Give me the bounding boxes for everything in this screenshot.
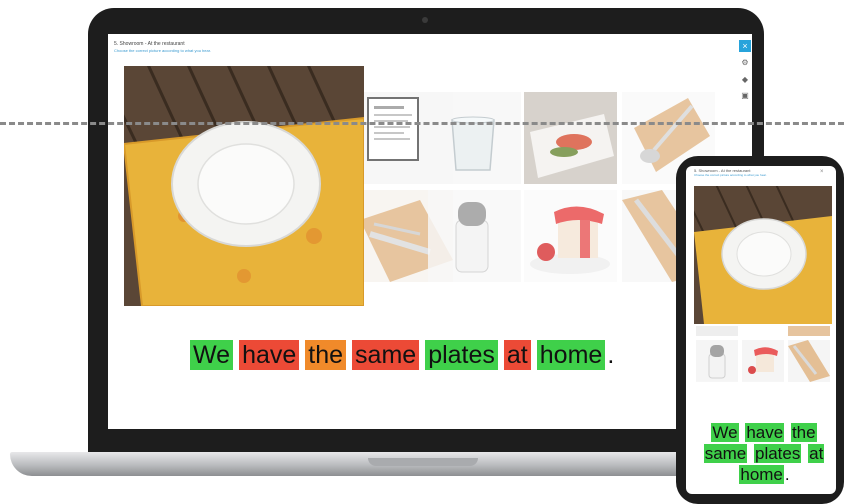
word-home: home [536, 340, 606, 370]
fullscreen-icon[interactable]: ▣ [739, 89, 751, 101]
word-have: have [239, 340, 300, 370]
phone-plate-photo-image [694, 186, 832, 324]
phone-word-home: home [739, 465, 784, 484]
phone-thumb-strip-3 [788, 326, 830, 336]
settings-icon[interactable]: ⚙ [739, 56, 751, 68]
word-at: at [503, 340, 531, 370]
phone-feedback-sentence: We have the same plates at home. [700, 422, 828, 485]
close-button[interactable]: × [739, 40, 751, 52]
phone-exercise-instructions: Choose the correct picture according to … [694, 173, 767, 177]
camera-icon [422, 17, 428, 23]
sentence-period: . [607, 340, 615, 369]
phone-thumbnail-cutlery[interactable] [788, 340, 830, 382]
salt-shaker-image [455, 202, 489, 273]
phone-thumbnail-dessert[interactable] [742, 340, 784, 382]
feedback-sentence: We have the same plates at home . [190, 339, 614, 371]
exercise-title: 5. Showroom - At the restaurant [114, 41, 185, 47]
phone-thumb-strip-1 [696, 326, 738, 336]
phone-word-at: at [808, 444, 825, 463]
phone-sentence-period: . [784, 465, 790, 484]
phone-salt-shaker-image [708, 345, 726, 379]
plate-photo-image [124, 66, 364, 306]
thumbnail-salmon-dish[interactable] [524, 92, 617, 184]
strawberry-dessert-image [530, 206, 610, 274]
word-the: the [305, 340, 347, 370]
phone-word-plates: plates [754, 444, 802, 463]
dashed-divider [0, 122, 844, 125]
thumbnail-water-glass[interactable] [428, 92, 521, 184]
phone-dessert-image [748, 347, 778, 374]
main-photo-plate-on-placemat [124, 66, 364, 306]
exercise-instructions: Choose the correct picture according to … [114, 48, 211, 53]
water-glass-image [451, 116, 495, 171]
phone-word-we: We [711, 423, 739, 442]
phone-main-photo [694, 186, 832, 324]
thumbnail-salt-shaker[interactable] [428, 190, 521, 282]
phone-word-have: have [745, 423, 785, 442]
phone-close-icon[interactable]: × [820, 169, 827, 176]
word-same: same [352, 340, 420, 370]
word-we: We [190, 340, 234, 370]
hint-icon[interactable]: ◆ [739, 73, 751, 85]
phone-cutlery-image [788, 340, 830, 382]
phone-word-the: the [790, 423, 817, 442]
laptop-notch [368, 458, 478, 466]
word-plates: plates [425, 340, 498, 370]
thumbnail-strawberry-dessert[interactable] [524, 190, 617, 282]
phone-thumbnail-salt-shaker[interactable] [696, 340, 738, 382]
phone-word-same: same [703, 444, 748, 463]
salmon-dish-image [524, 92, 617, 184]
